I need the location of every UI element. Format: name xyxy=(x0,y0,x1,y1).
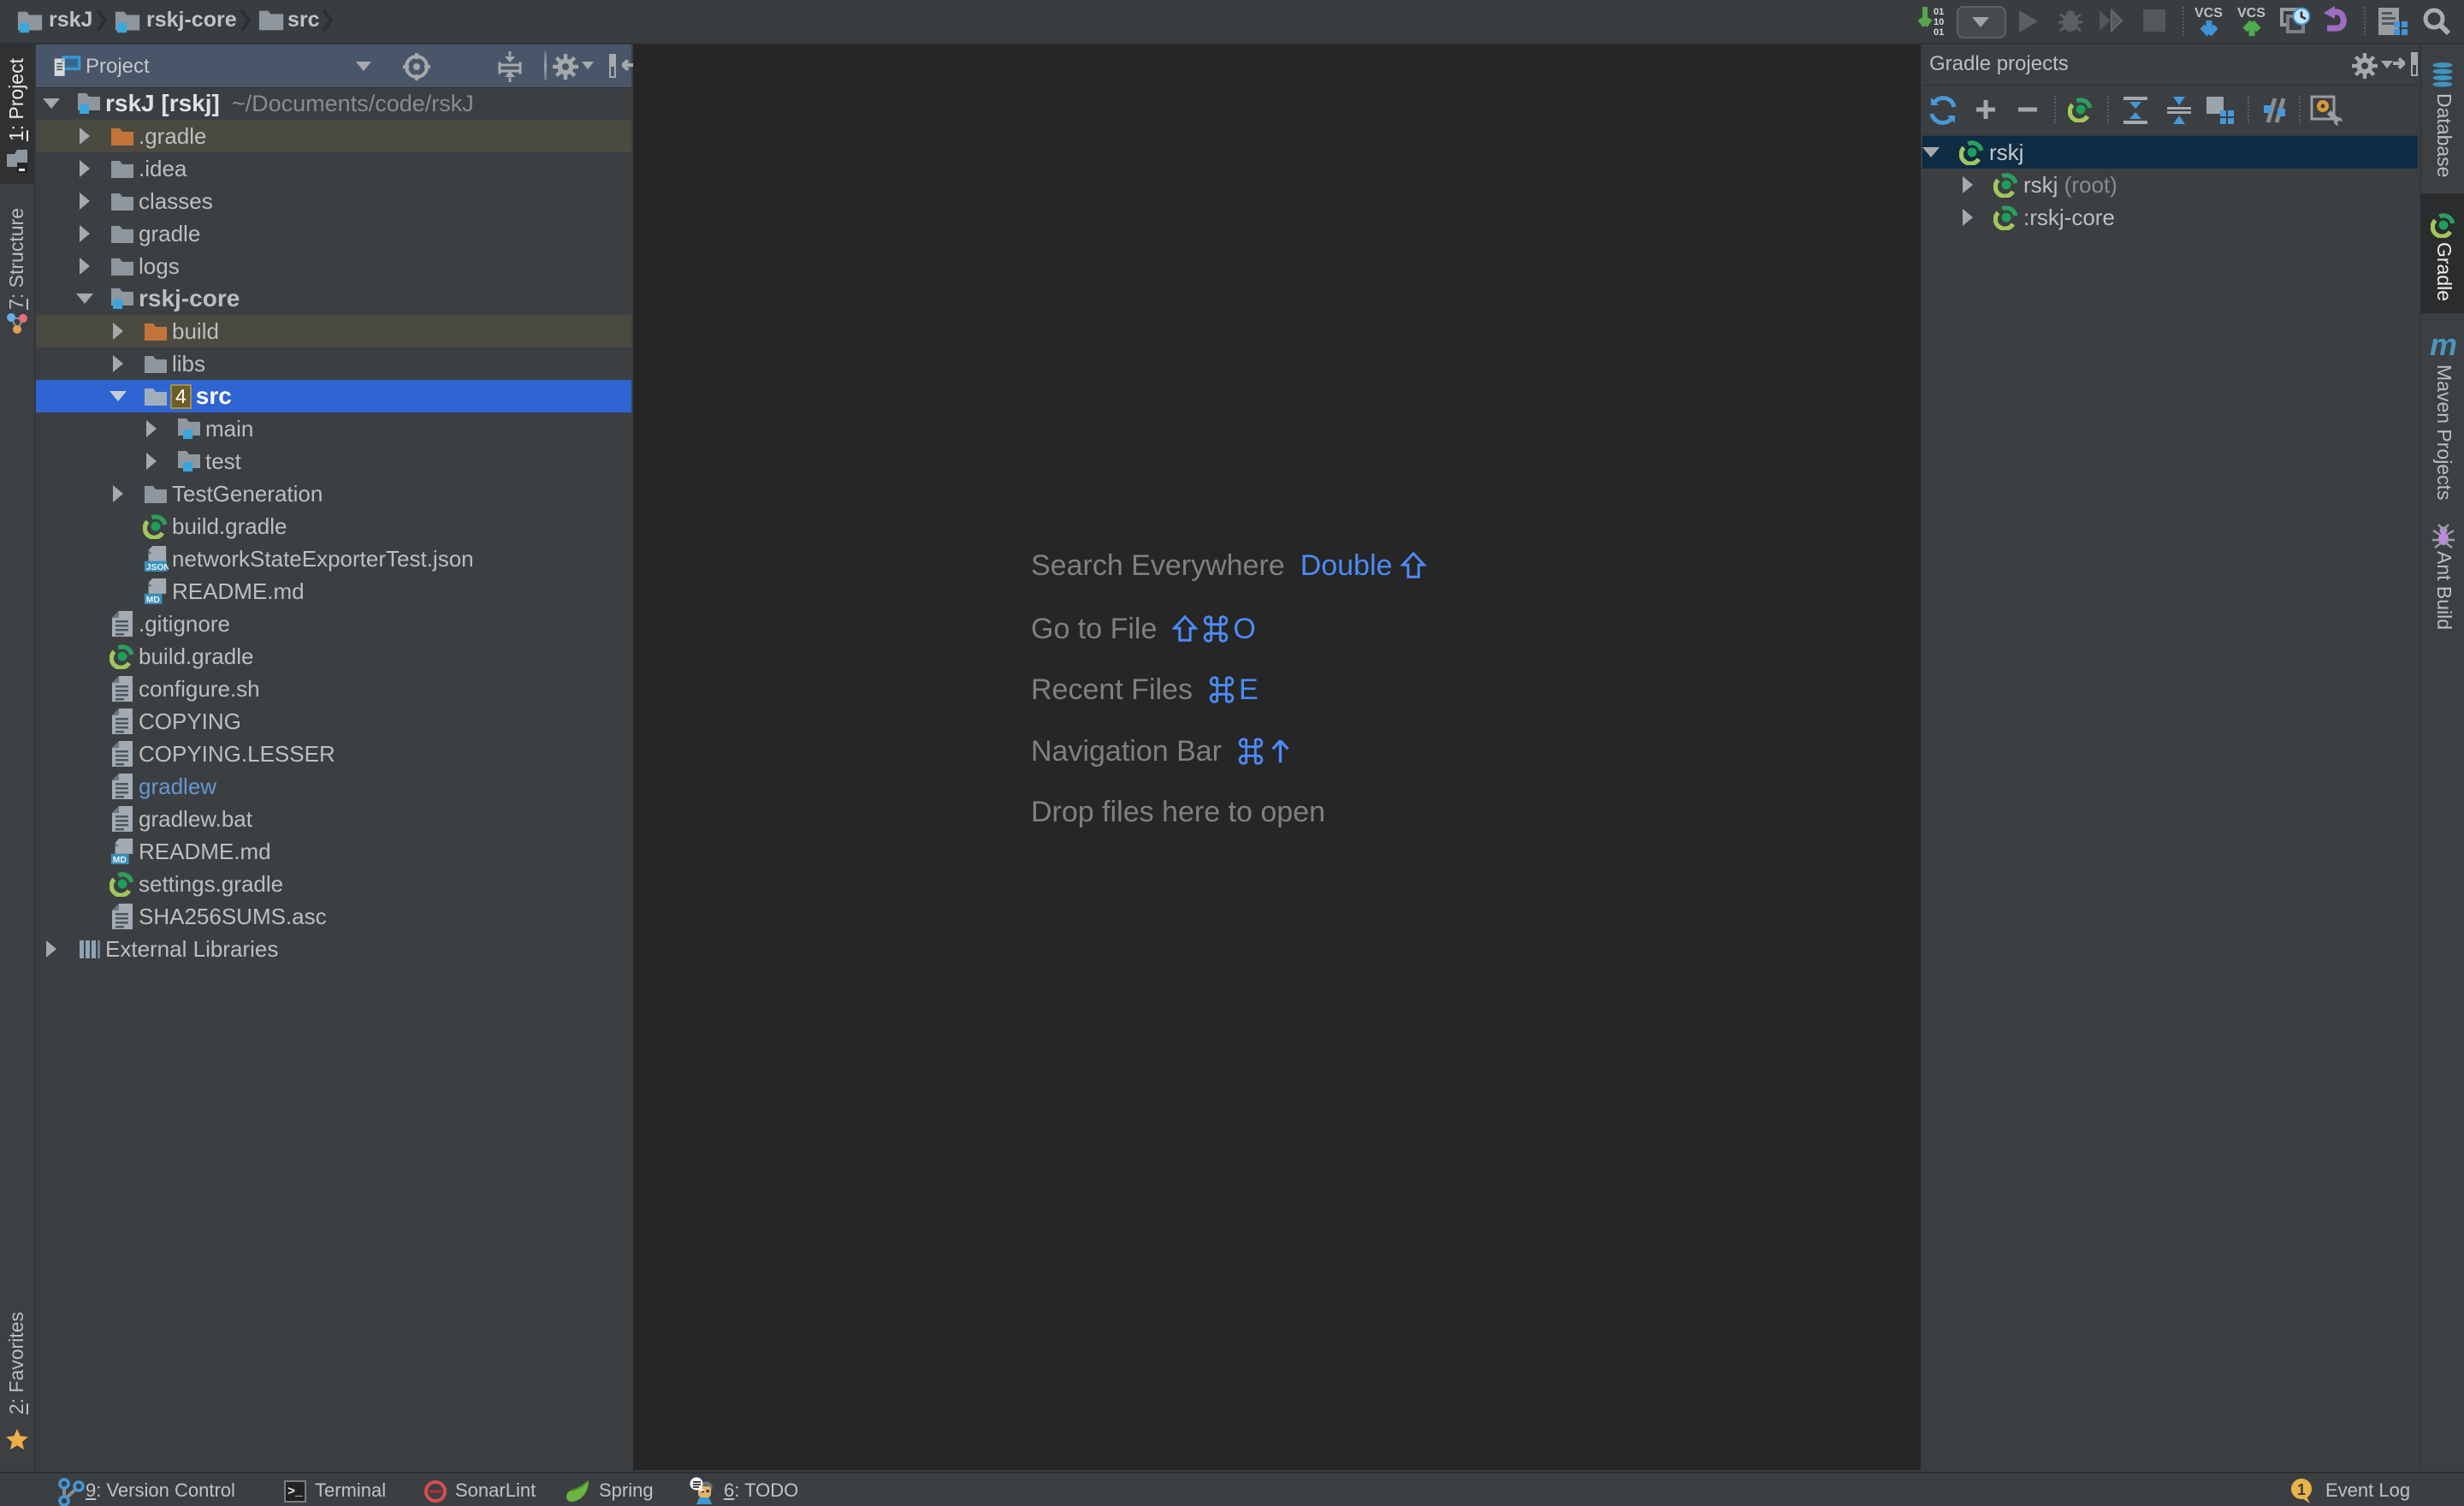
svg-text:10: 10 xyxy=(1934,17,1944,27)
svg-text:01: 01 xyxy=(1934,27,1944,38)
svg-text:JSON: JSON xyxy=(146,563,169,572)
svg-text:VCS: VCS xyxy=(2237,6,2266,21)
svg-text:VCS: VCS xyxy=(2194,6,2223,21)
svg-text:MD: MD xyxy=(113,856,127,865)
svg-text:1: 1 xyxy=(2297,1481,2306,1498)
svg-text:01: 01 xyxy=(1934,7,1944,17)
svg-text:MD: MD xyxy=(146,596,160,605)
